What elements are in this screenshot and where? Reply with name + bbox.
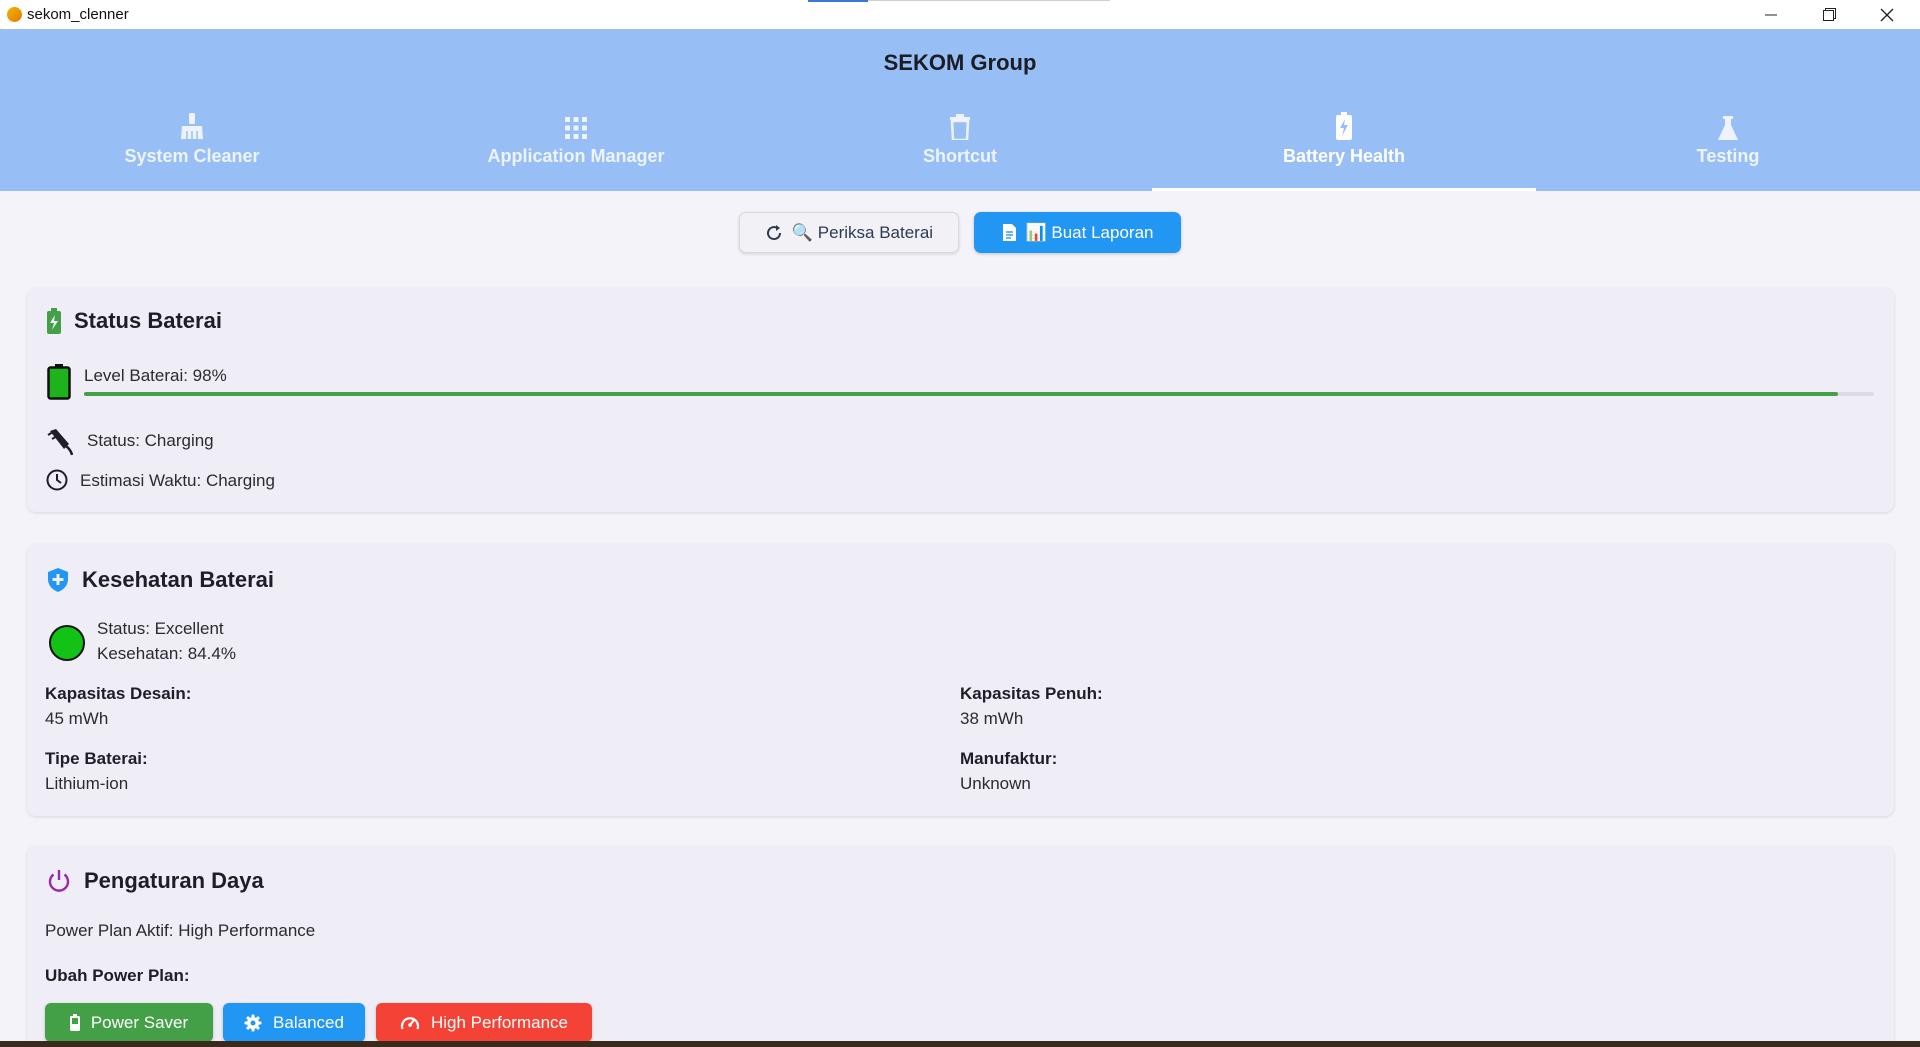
tab-label: Battery Health (1282, 146, 1406, 166)
battery-icon (69, 1014, 80, 1031)
close-icon (1880, 8, 1894, 21)
create-report-button[interactable]: 📊 Buat Laporan (974, 212, 1181, 253)
trash-icon (950, 114, 970, 140)
battery-status-title: Status Baterai (74, 308, 222, 333)
shield-plus-icon (48, 568, 68, 592)
full-capacity-value: 38 mWh (960, 709, 1024, 728)
document-icon (1002, 224, 1016, 241)
check-battery-label: 🔍 Periksa Baterai (791, 222, 934, 242)
manufacturer-value: Unknown (960, 774, 1031, 793)
battery-level-fill (84, 392, 1839, 396)
minimize-button[interactable] (1742, 0, 1800, 29)
check-battery-button[interactable]: 🔍 Periksa Baterai (739, 212, 959, 253)
active-plan-text: Power Plan Aktif: High Performance (45, 921, 316, 940)
health-percent-text: Kesehatan: 84.4% (97, 644, 236, 663)
design-capacity-value: 45 mWh (45, 709, 109, 728)
tab-shortcut[interactable]: Shortcut (768, 112, 1152, 191)
battery-health-title: Kesehatan Baterai (82, 567, 274, 592)
battery-status-card: Status Baterai Level Baterai: 98% Status… (27, 288, 1894, 512)
create-report-label: 📊 Buat Laporan (1025, 222, 1154, 242)
battery-health-card: Kesehatan Baterai Status: Excellent Kese… (27, 544, 1894, 816)
titlebar-divider (868, 0, 1110, 1)
speedometer-icon (400, 1016, 420, 1029)
brand-title: SEKOM Group (883, 50, 1037, 75)
health-status-text: Status: Excellent (97, 619, 224, 638)
clock-icon (46, 469, 68, 491)
action-bar: 🔍 Periksa Baterai 📊 Buat Laporan (0, 212, 1920, 253)
battery-health-heading: Kesehatan Baterai (47, 567, 274, 593)
manufacturer-label: Manufaktur: (960, 749, 1058, 768)
battery-level-bar (84, 392, 1874, 396)
tab-label: Application Manager (487, 146, 665, 166)
time-estimate-text: Estimasi Waktu: Charging (80, 471, 275, 490)
high-performance-button[interactable]: High Performance (376, 1003, 592, 1042)
close-button[interactable] (1858, 0, 1916, 29)
broom-icon (181, 113, 203, 139)
charging-status-text: Status: Charging (87, 431, 214, 450)
window-titlebar: sekom_clenner (0, 0, 1920, 29)
refresh-icon (766, 224, 781, 240)
tab-label: System Cleaner (124, 146, 260, 166)
power-settings-card: Pengaturan Daya Power Plan Aktif: High P… (27, 846, 1894, 1047)
power-settings-title: Pengaturan Daya (84, 868, 264, 893)
battery-level-icon (47, 364, 71, 400)
apps-grid-icon (565, 117, 587, 139)
battery-type-label: Tipe Baterai: (45, 749, 148, 768)
power-saver-label: Power Saver (90, 1012, 189, 1032)
titlebar-accent (808, 0, 868, 2)
window-title: sekom_clenner (27, 6, 129, 23)
tab-system-cleaner[interactable]: System Cleaner (0, 112, 384, 191)
change-plan-label: Ubah Power Plan: (45, 966, 190, 985)
power-saver-button[interactable]: Power Saver (45, 1003, 213, 1042)
desktop-strip (0, 1041, 1920, 1047)
high-performance-label: High Performance (430, 1012, 568, 1032)
tab-testing[interactable]: Testing (1536, 112, 1920, 191)
gear-icon (244, 1014, 262, 1031)
app-logo-icon (7, 7, 22, 22)
power-settings-heading: Pengaturan Daya (47, 868, 264, 894)
restore-button[interactable] (1800, 0, 1858, 29)
tab-application-manager[interactable]: Application Manager (384, 112, 768, 191)
restore-icon (1822, 8, 1836, 21)
plug-icon (47, 429, 73, 456)
app-header: SEKOM Group System Cleaner Application M… (0, 29, 1920, 191)
balanced-label: Balanced (273, 1012, 344, 1032)
design-capacity-label: Kapasitas Desain: (45, 684, 192, 703)
battery-status-heading: Status Baterai (47, 308, 222, 334)
minimize-icon (1765, 14, 1777, 15)
flask-icon (1718, 116, 1738, 140)
full-capacity-label: Kapasitas Penuh: (960, 684, 1103, 703)
health-indicator (49, 625, 85, 661)
battery-charging-icon (47, 308, 61, 334)
main-tabs: System Cleaner Application Manager Short… (0, 112, 1920, 191)
balanced-button[interactable]: Balanced (223, 1003, 365, 1042)
tab-label: Shortcut (923, 146, 997, 166)
tab-battery-health[interactable]: Battery Health (1152, 112, 1536, 191)
battery-type-value: Lithium-ion (45, 774, 129, 793)
tab-label: Testing (1696, 146, 1760, 166)
battery-level-text: Level Baterai: 98% (84, 366, 227, 385)
battery-charging-icon (1336, 112, 1352, 140)
power-icon (48, 870, 70, 892)
